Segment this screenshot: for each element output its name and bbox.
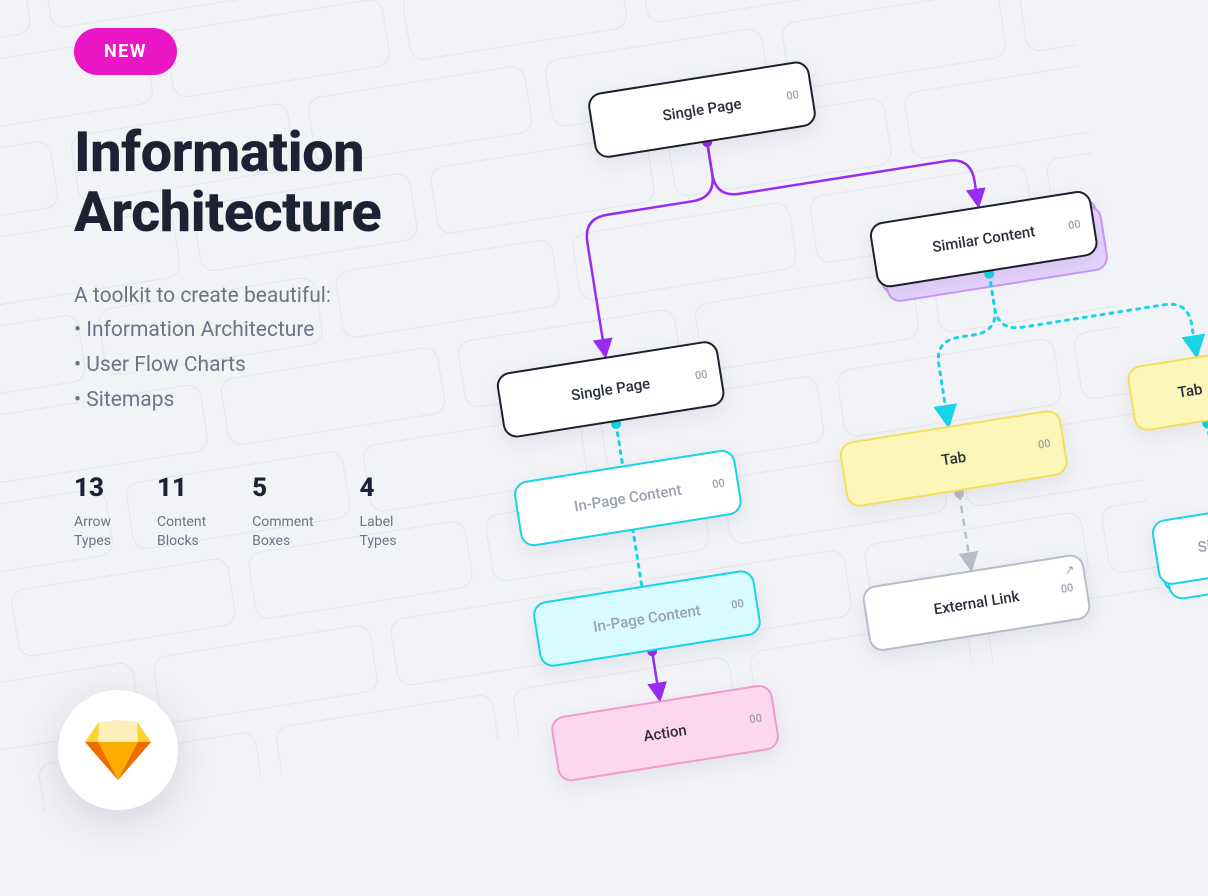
node-label: Tab (940, 448, 967, 470)
diagram-canvas: Single Page 00 Single Page 00 Similar Co… (369, 0, 1208, 896)
stat-comment-boxes: 5 Comment Boxes (252, 473, 313, 551)
sketch-diamond-icon (85, 720, 151, 780)
stat-label: Content Blocks (157, 513, 206, 551)
stat-number: 5 (252, 473, 313, 503)
new-badge: NEW (74, 28, 177, 75)
connectors (369, 0, 1208, 896)
subtitle-bullet: • Information Architecture (74, 313, 444, 348)
stats-row: 13 Arrow Types 11 Content Blocks 5 Comme… (74, 473, 444, 551)
node-label: In-Page Content (573, 481, 683, 516)
title-line-2: Architecture (74, 179, 381, 245)
bullet-3: Sitemaps (86, 388, 174, 412)
stat-number: 4 (360, 473, 397, 503)
bullet-2: User Flow Charts (86, 353, 246, 377)
node-label: Similar Content (931, 222, 1036, 256)
stat-label: Arrow Types (74, 513, 111, 551)
stat-number: 13 (74, 473, 111, 503)
node-label: Tab (1176, 380, 1203, 402)
node-label: Single Page (570, 374, 651, 404)
title-line-1: Information (74, 119, 364, 185)
node-number: 00 (711, 476, 725, 491)
stat-content-blocks: 11 Content Blocks (157, 473, 206, 551)
node-number: 00 (748, 711, 762, 726)
node-number: 00 (1037, 437, 1051, 452)
stat-arrow-types: 13 Arrow Types (74, 473, 111, 551)
node-label: Simil (1196, 533, 1208, 556)
node-label: Action (642, 721, 688, 746)
sketch-app-icon (58, 690, 178, 810)
node-number: 00 (694, 368, 708, 383)
bullet-1: Information Architecture (86, 318, 314, 342)
node-number: 00 (730, 597, 744, 612)
stat-label: Label Types (360, 513, 397, 551)
subtitle: A toolkit to create beautiful: • Informa… (74, 279, 444, 418)
subtitle-lead: A toolkit to create beautiful: (74, 279, 444, 314)
node-number: 00 (1060, 581, 1074, 596)
stat-label: Comment Boxes (252, 513, 313, 551)
stat-number: 11 (157, 473, 206, 503)
node-label: In-Page Content (592, 601, 702, 636)
node-label: External Link (932, 587, 1020, 618)
stat-label-types: 4 Label Types (360, 473, 397, 551)
node-number: 00 (1067, 217, 1081, 232)
subtitle-bullet: • User Flow Charts (74, 348, 444, 383)
external-link-icon: ↗ (1063, 562, 1075, 577)
subtitle-bullet: • Sitemaps (74, 383, 444, 418)
node-number: 00 (785, 88, 799, 103)
node-label: Single Page (661, 95, 742, 125)
